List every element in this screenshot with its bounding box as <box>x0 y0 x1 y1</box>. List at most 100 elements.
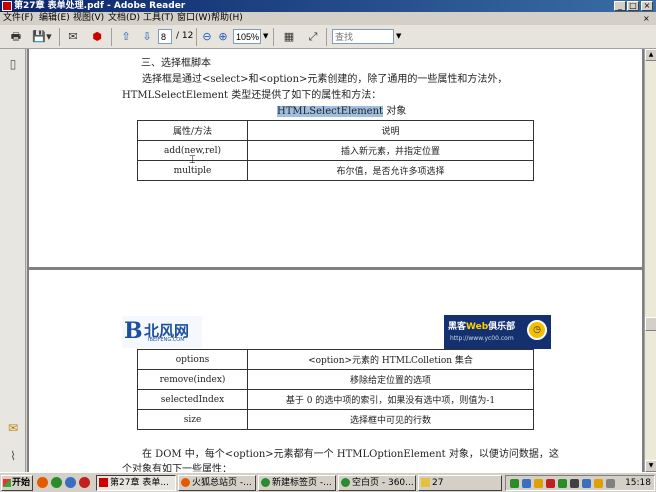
task-label: 27 <box>432 478 444 488</box>
comments-icon[interactable]: ✉ <box>6 421 20 435</box>
text-cursor-icon: ⌶ <box>189 153 196 166</box>
reader-quicklaunch-icon[interactable] <box>79 477 90 488</box>
tray-icon[interactable] <box>582 479 591 488</box>
taskbar-button-firefox[interactable]: 火狐总站页 -... <box>178 475 256 491</box>
table-cell: 基于 0 的选中项的索引，如果没有选中项，则值为-1 <box>247 389 534 410</box>
tray-icon[interactable] <box>594 479 603 488</box>
menu-edit[interactable]: 编辑(E) <box>39 12 70 25</box>
firefox-quicklaunch-icon[interactable] <box>37 477 48 488</box>
tray-icon[interactable] <box>510 479 519 488</box>
ie-quicklaunch-icon[interactable] <box>65 477 76 488</box>
minimize-button[interactable]: _ <box>614 1 626 11</box>
tray-icon[interactable] <box>522 479 531 488</box>
methods-table: 属性/方法 说明 add(new,rel) 插入新元素，并指定位置 multip… <box>137 120 534 181</box>
scrollbar-thumb[interactable] <box>645 317 656 331</box>
volume-icon[interactable] <box>606 479 615 488</box>
windows-flag-icon <box>3 479 11 487</box>
tray-icon[interactable] <box>534 479 543 488</box>
folder-icon <box>421 478 430 487</box>
table-header: 说明 <box>247 120 534 141</box>
attachments-icon[interactable]: ⌇ <box>6 449 20 463</box>
zoom-out-icon[interactable]: ⊖ <box>200 28 214 46</box>
window-title: 第27章 表单处理.pdf - Adobe Reader <box>14 1 186 11</box>
yc00-logo: 黑客Web俱乐部 http://www.yc00.com ◷ <box>444 315 551 349</box>
menu-tools[interactable]: 工具(T) <box>143 12 174 25</box>
pdf-icon <box>99 478 108 487</box>
taskbar-button-folder[interactable]: 27 <box>418 475 502 491</box>
toolbar: 🖶 💾▾ ✉ ⬢ ⇧ ⇩ / 12 ⊖ ⊕ ▼ ▦ ⤢ ▼ <box>0 25 656 49</box>
table-cell: 选择框中可见的行数 <box>247 409 534 430</box>
taskbar-button-360[interactable]: 空白页 - 360... <box>338 475 416 491</box>
zoom-in-icon[interactable]: ⊕ <box>216 28 230 46</box>
page-number-input[interactable] <box>158 29 172 44</box>
start-label: 开始 <box>12 478 31 488</box>
taskbar-clock: 15:18 <box>625 478 651 488</box>
navigation-pane: ▯ ✉ ⌇ <box>0 49 26 472</box>
table-header: 属性/方法 <box>137 120 248 141</box>
menu-window[interactable]: 窗口(W) <box>177 12 211 25</box>
table-row: size 选择框中可见的行数 <box>137 409 534 430</box>
scroll-down-icon[interactable]: ▼ <box>645 460 656 472</box>
print-icon[interactable]: 🖶 <box>7 28 25 46</box>
yc00-logo-text: 黑客Web俱乐部 <box>448 322 516 332</box>
table-row: add(new,rel) 插入新元素，并指定位置 <box>137 140 534 161</box>
taskbar-button-newtab[interactable]: 新建标签页 -... <box>258 475 336 491</box>
adobe-reader-window: 第27章 表单处理.pdf - Adobe Reader _ □ × 文件(F)… <box>0 0 656 492</box>
tray-icon[interactable] <box>546 479 555 488</box>
tray-icon[interactable] <box>558 479 567 488</box>
task-label: 第27章 表单... <box>110 478 169 488</box>
table-caption: HTMLSelectElement 对象 <box>277 106 407 117</box>
table-row: selectedIndex 基于 0 的选中项的索引，如果没有选中项，则值为-1 <box>137 389 534 410</box>
table-cell: 布尔值，是否允许多项选择 <box>247 160 534 181</box>
table-header-row: 属性/方法 说明 <box>137 120 534 141</box>
search-dropdown-icon[interactable]: ▼ <box>396 29 401 44</box>
pages-icon[interactable]: ▯ <box>6 57 20 71</box>
toolbar-separator <box>196 28 197 46</box>
taskbar-button-reader[interactable]: 第27章 表单... <box>96 475 176 491</box>
email-icon[interactable]: ✉ <box>64 28 82 46</box>
vertical-scrollbar[interactable]: ▲ ▼ <box>644 49 656 472</box>
table-cell: size <box>137 409 248 430</box>
next-page-icon[interactable]: ⇩ <box>138 28 156 46</box>
paragraph-line: 在 DOM 中，每个<option>元素都有一个 HTMLOptionEleme… <box>142 449 559 460</box>
page-total: / 12 <box>176 31 194 41</box>
table-row: remove(index) 移除给定位置的选项 <box>137 369 534 390</box>
tray-icon[interactable] <box>570 479 579 488</box>
title-bar: 第27章 表单处理.pdf - Adobe Reader _ □ × <box>0 0 656 12</box>
fit-page-icon[interactable]: ▦ <box>280 28 298 46</box>
zoom-dropdown-icon[interactable]: ▼ <box>263 29 268 44</box>
table-cell: 插入新元素，并指定位置 <box>247 140 534 161</box>
taskbar: 开始 第27章 表单... 火狐总站页 -... 新建标签页 -... 空白页 … <box>0 472 656 492</box>
search-input[interactable] <box>332 29 394 44</box>
table-cell: 移除给定位置的选项 <box>247 369 534 390</box>
menu-help[interactable]: 帮助(H) <box>211 12 243 25</box>
close-button[interactable]: × <box>641 1 653 11</box>
save-icon[interactable]: 💾▾ <box>30 28 54 46</box>
toolbar-separator <box>59 28 60 46</box>
document-view[interactable]: 三、选择框脚本 选择框是通过<select>和<option>元素创建的，除了通… <box>27 49 644 472</box>
menu-document[interactable]: 文档(D) <box>108 12 140 25</box>
maximize-button[interactable]: □ <box>627 1 639 11</box>
start-button[interactable]: 开始 <box>1 475 33 491</box>
menu-view[interactable]: 视图(V) <box>73 12 104 25</box>
toolbar-separator <box>273 28 274 46</box>
doc-close-button[interactable]: × <box>643 12 650 25</box>
beifeng-logo-sub: IBEIFENG.COM <box>148 337 185 343</box>
zoom-input[interactable] <box>233 29 261 44</box>
table-cell: remove(index) <box>137 369 248 390</box>
browser-quicklaunch-icon[interactable] <box>51 477 62 488</box>
system-tray: 15:18 <box>505 475 655 491</box>
menu-file[interactable]: 文件(F) <box>3 12 33 25</box>
previous-page-icon[interactable]: ⇧ <box>117 28 135 46</box>
share-icon[interactable]: ⬢ <box>88 28 106 46</box>
selected-text[interactable]: HTMLSelectElement <box>277 106 384 117</box>
yc00-logo-url: http://www.yc00.com <box>450 335 514 342</box>
scroll-up-icon[interactable]: ▲ <box>645 49 656 61</box>
toolbar-separator <box>326 28 327 46</box>
table-cell: <option>元素的 HTMLColletion 集合 <box>247 349 534 370</box>
pdf-page: 三、选择框脚本 选择框是通过<select>和<option>元素创建的，除了通… <box>29 49 642 267</box>
table-row: multiple 布尔值，是否允许多项选择 <box>137 160 534 181</box>
paragraph-line: 选择框是通过<select>和<option>元素创建的，除了通用的一些属性和方… <box>142 74 508 85</box>
menu-bar: 文件(F) 编辑(E) 视图(V) 文档(D) 工具(T) 窗口(W) 帮助(H… <box>0 12 656 25</box>
fit-width-icon[interactable]: ⤢ <box>304 28 322 46</box>
